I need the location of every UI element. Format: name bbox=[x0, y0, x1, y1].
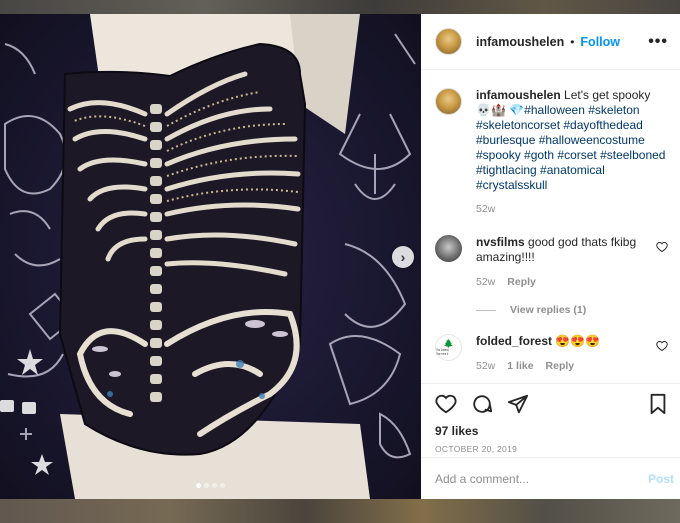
comment-bubble-icon[interactable] bbox=[471, 393, 493, 415]
post-photo[interactable]: › bbox=[0, 14, 421, 499]
carousel-dot bbox=[196, 483, 201, 488]
comment-meta: 52w Reply bbox=[476, 275, 650, 290]
post-side-panel: infamoushelen • Follow ••• infamoushelen… bbox=[421, 14, 680, 499]
author-avatar[interactable] bbox=[435, 28, 462, 55]
more-options-icon[interactable]: ••• bbox=[648, 33, 668, 51]
chevron-right-icon: › bbox=[400, 249, 406, 265]
caption-author-avatar[interactable] bbox=[435, 88, 462, 115]
likes-count[interactable]: 97 likes bbox=[435, 424, 668, 438]
post-comment-button[interactable]: Post bbox=[648, 472, 680, 486]
feed-image-strip-top bbox=[0, 0, 680, 14]
follow-button[interactable]: Follow bbox=[580, 35, 620, 49]
corset-illustration bbox=[0, 14, 416, 499]
reply-button[interactable]: Reply bbox=[546, 359, 575, 374]
carousel-next-button[interactable]: › bbox=[392, 246, 414, 268]
comment-item: nvsfilms good god thats fkibg amazing!!!… bbox=[435, 235, 668, 290]
avatar-logo-text: folded forest bbox=[436, 347, 449, 356]
action-icons-row bbox=[435, 392, 668, 416]
like-heart-icon[interactable] bbox=[435, 393, 457, 415]
feed-image-strip-bottom bbox=[0, 499, 680, 523]
like-comment-heart-icon[interactable] bbox=[656, 241, 668, 253]
caption-age: 52w bbox=[476, 203, 496, 215]
header-separator: • bbox=[570, 34, 575, 49]
add-comment-bar: Post bbox=[421, 457, 680, 499]
tree-icon: 🌲 bbox=[443, 338, 454, 348]
post-actions: 97 likes OCTOBER 20, 2019 bbox=[421, 383, 680, 457]
commenter-avatar[interactable]: 🌲 folded forest bbox=[435, 334, 462, 361]
view-replies-button[interactable]: View replies (1) bbox=[476, 304, 668, 316]
carousel-dot bbox=[204, 483, 209, 488]
view-replies-label: View replies (1) bbox=[510, 304, 587, 316]
comment-likes-button[interactable]: 1 like bbox=[507, 359, 533, 374]
carousel-dots bbox=[0, 483, 421, 488]
comment-username[interactable]: nvsfilms bbox=[476, 235, 525, 249]
comments-list[interactable]: infamoushelen Let's get spooky 💀🏰 💎#hall… bbox=[421, 70, 680, 383]
caption-meta: 52w bbox=[476, 202, 668, 217]
comment-age: 52w bbox=[476, 360, 496, 372]
author-username[interactable]: infamoushelen bbox=[476, 35, 564, 49]
post-date: OCTOBER 20, 2019 bbox=[435, 444, 518, 454]
carousel-dot bbox=[220, 483, 225, 488]
comment-item: 🌲 folded forest folded_forest 😍😍😍 52w 1 … bbox=[435, 334, 668, 374]
save-bookmark-icon[interactable] bbox=[648, 393, 668, 415]
comment-meta: 52w 1 like Reply bbox=[476, 359, 650, 374]
share-paper-plane-icon[interactable] bbox=[507, 393, 529, 415]
caption-comment: infamoushelen Let's get spooky 💀🏰 💎#hall… bbox=[435, 88, 668, 217]
comment-age: 52w bbox=[476, 276, 496, 288]
comment-input[interactable] bbox=[435, 471, 648, 486]
comment-username[interactable]: folded_forest bbox=[476, 334, 552, 348]
like-comment-heart-icon[interactable] bbox=[656, 340, 668, 352]
carousel-dot bbox=[212, 483, 217, 488]
comment-text: 😍😍😍 bbox=[555, 334, 601, 348]
post-modal: › infamoushelen • Follow ••• infamoushel… bbox=[0, 14, 680, 499]
caption-username[interactable]: infamoushelen bbox=[476, 88, 561, 102]
post-header: infamoushelen • Follow ••• bbox=[421, 14, 680, 70]
reply-button[interactable]: Reply bbox=[507, 275, 536, 290]
commenter-avatar[interactable] bbox=[435, 235, 462, 262]
replies-divider bbox=[476, 309, 496, 311]
